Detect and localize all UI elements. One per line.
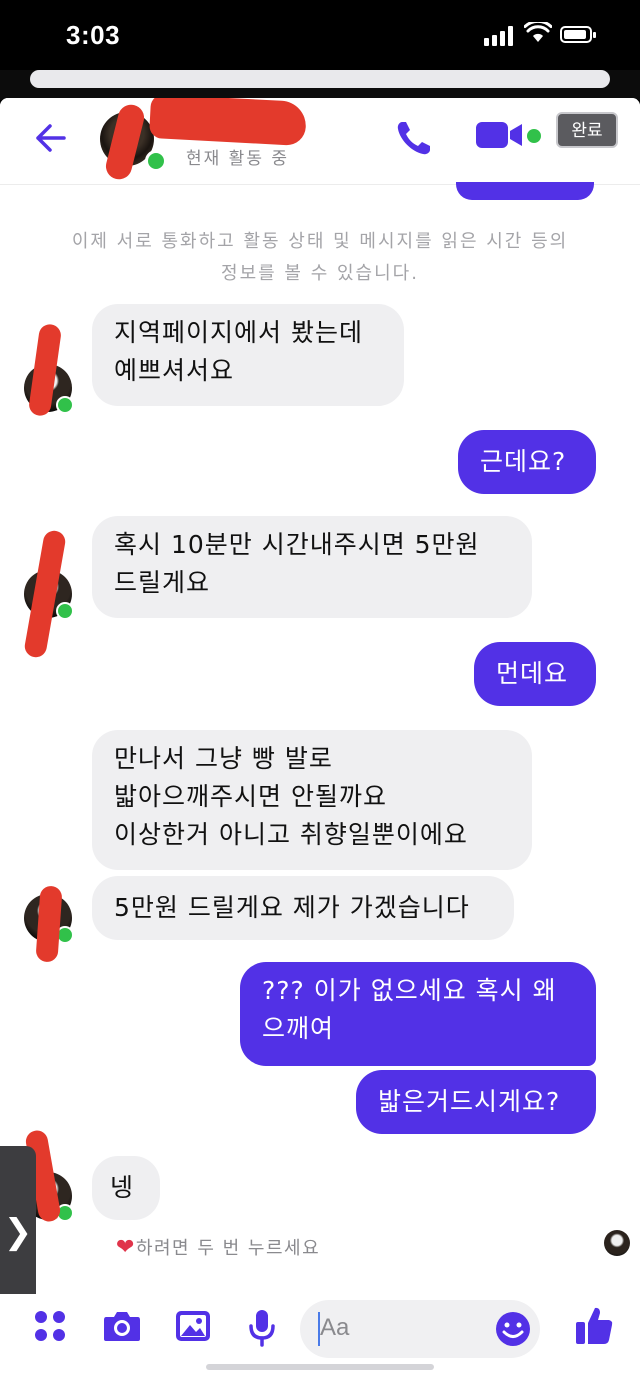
side-panel-handle[interactable]: ❯ bbox=[0, 1146, 36, 1318]
message-bubble-incoming[interactable]: 지역페이지에서 봤는데 예쁘셔서요 bbox=[92, 304, 404, 406]
message-bubble-incoming[interactable]: 5만원 드릴게요 제가 가겠습니다 bbox=[92, 876, 514, 940]
previous-message-tail bbox=[456, 182, 594, 200]
back-arrow-icon[interactable] bbox=[30, 118, 70, 158]
microphone-icon[interactable] bbox=[246, 1308, 278, 1348]
browser-strip bbox=[0, 70, 640, 100]
composer-bar: Aa bbox=[0, 1294, 640, 1374]
message-bubble-incoming[interactable]: 만나서 그냥 빵 발로 밟아으깨주시면 안될까요 이상한거 아니고 취향일뿐이에… bbox=[92, 730, 532, 870]
system-message: 이제 서로 통화하고 활동 상태 및 메시지를 읽은 시간 등의 정보를 볼 수… bbox=[71, 231, 569, 284]
message-bubble-outgoing[interactable]: 먼데요 bbox=[474, 642, 596, 706]
reaction-hint-text: 하려면 두 번 누르세요 bbox=[135, 1238, 321, 1259]
apps-grid-icon[interactable] bbox=[32, 1308, 68, 1344]
home-indicator bbox=[206, 1364, 434, 1370]
video-online-indicator bbox=[527, 129, 541, 143]
wifi-icon bbox=[524, 22, 552, 42]
online-indicator bbox=[145, 150, 167, 172]
read-receipt-avatar bbox=[604, 1230, 630, 1256]
message-input-placeholder: Aa bbox=[320, 1314, 350, 1341]
camera-icon[interactable] bbox=[102, 1308, 142, 1344]
message-bubble-outgoing[interactable]: ??? 이가 없으세요 혹시 왜 으깨여 bbox=[240, 962, 596, 1066]
messenger-app: 현재 활동 중 완료 이제 서로 통화하고 활동 상태 및 메시지를 읽은 시간… bbox=[0, 98, 640, 1384]
signal-icon bbox=[484, 26, 516, 46]
heart-icon: ❤ bbox=[116, 1235, 136, 1260]
battery-icon bbox=[560, 26, 596, 43]
thumbs-up-icon[interactable] bbox=[574, 1304, 614, 1346]
phone-icon[interactable] bbox=[392, 116, 436, 160]
done-button[interactable]: 완료 bbox=[556, 112, 618, 148]
status-bar: 3:03 bbox=[0, 0, 640, 70]
gallery-icon[interactable] bbox=[174, 1308, 212, 1344]
emoji-icon[interactable] bbox=[494, 1310, 532, 1348]
message-bubble-outgoing[interactable]: 밟은거드시게요? bbox=[356, 1070, 596, 1134]
message-bubble-incoming[interactable]: 넹 bbox=[92, 1156, 160, 1220]
active-status: 현재 활동 중 bbox=[186, 149, 290, 169]
url-pill bbox=[30, 70, 610, 88]
redaction-mark bbox=[35, 885, 63, 963]
video-camera-icon[interactable] bbox=[476, 120, 526, 150]
message-bubble-outgoing[interactable]: 근데요? bbox=[458, 430, 596, 494]
redacted-contact-name bbox=[148, 98, 308, 147]
clock: 3:03 bbox=[66, 20, 121, 50]
message-input[interactable]: Aa bbox=[300, 1300, 540, 1358]
chat-header: 현재 활동 중 완료 bbox=[0, 98, 640, 185]
reaction-hint: ❤하려면 두 번 누르세요 bbox=[116, 1234, 320, 1260]
message-bubble-incoming[interactable]: 혹시 10분만 시간내주시면 5만원 드릴게요 bbox=[92, 516, 532, 618]
